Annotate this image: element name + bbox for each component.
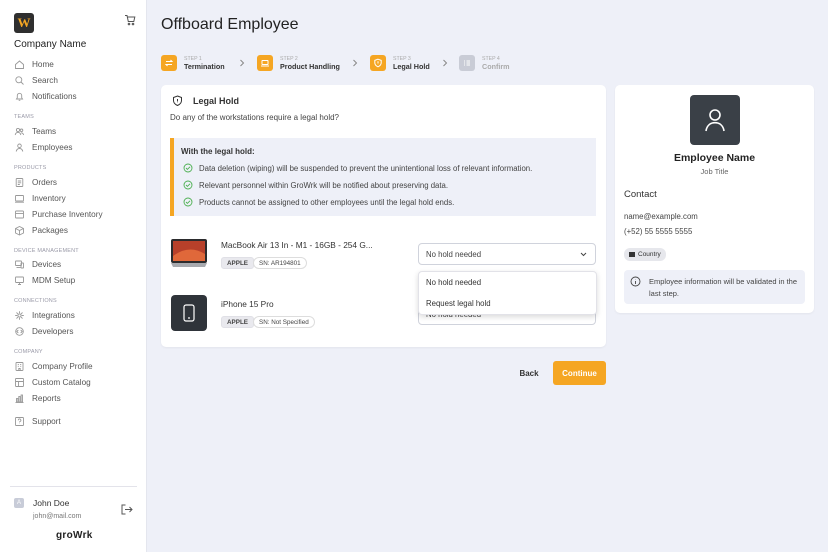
product-name: MacBook Air 13 In - M1 - 16GB - 254 G... [221, 240, 373, 250]
sidebar-divider [10, 486, 137, 487]
sidebar-item-reports[interactable]: Reports [14, 391, 61, 405]
search-icon [15, 75, 24, 85]
hold-select[interactable]: No hold needed [418, 243, 596, 265]
serial-tag: SN: AR194801 [253, 257, 307, 269]
orders-icon [15, 177, 24, 187]
employee-name: Employee Name [673, 152, 756, 164]
step-product-handling[interactable]: STEP 2 Product Handling [257, 55, 340, 71]
sidebar-item-packages[interactable]: Packages [14, 223, 68, 237]
info-title: With the legal hold: [181, 147, 255, 156]
sidebar-item-search[interactable]: Search [14, 73, 58, 87]
back-button[interactable]: Back [515, 361, 543, 385]
devices-icon [15, 260, 24, 268]
sidebar-item-purchase-inventory[interactable]: Purchase Inventory [14, 207, 103, 221]
sidebar-item-integrations[interactable]: Integrations [14, 308, 75, 322]
sidebar-item-devices[interactable]: Devices [14, 257, 61, 271]
avatar[interactable]: A [14, 498, 24, 508]
validation-note-text: Employee information will be validated i… [649, 277, 797, 298]
sidebar-item-support[interactable]: Support [14, 414, 61, 428]
sidebar-item-home[interactable]: Home [14, 57, 54, 71]
employee-email: name@example.com [624, 212, 698, 221]
employee-phone: (+52) 55 5555 5555 [624, 227, 693, 236]
brand-logo: groWrk [56, 530, 93, 541]
user-email: john@mail.com [33, 513, 82, 520]
purchase-icon [15, 210, 24, 218]
section-device-management: DEVICE MANAGEMENT [14, 248, 79, 254]
page-title: Offboard Employee [161, 16, 299, 33]
contact-heading: Contact [624, 189, 657, 200]
chevron-right-icon [353, 59, 358, 67]
checklist-icon [459, 55, 475, 71]
section-connections: CONNECTIONS [14, 298, 57, 304]
package-icon [15, 225, 24, 236]
employee-avatar [690, 95, 740, 145]
laptop-image [171, 239, 207, 267]
sidebar-item-employees[interactable]: Employees [14, 140, 73, 154]
cart-icon[interactable] [124, 14, 136, 26]
bell-icon [15, 92, 24, 101]
company-name: Company Name [14, 39, 87, 50]
step-termination[interactable]: STEP 1 Termination [161, 55, 225, 71]
phone-image [171, 295, 207, 331]
laptop-icon [257, 55, 273, 71]
sidebar-item-company-profile[interactable]: Company Profile [14, 359, 93, 373]
info-icon [630, 276, 641, 287]
info-bullet: Products cannot be assigned to other emp… [183, 197, 454, 207]
country-badge: Country [624, 248, 666, 261]
legal-hold-question: Do any of the workstations require a leg… [170, 113, 339, 122]
section-company: COMPANY [14, 349, 43, 355]
chevron-right-icon [240, 59, 245, 67]
swap-icon [161, 55, 177, 71]
brand-tag: APPLE [221, 257, 254, 269]
home-icon [15, 59, 24, 69]
company-icon [15, 361, 24, 371]
sidebar-item-notifications[interactable]: Notifications [14, 89, 77, 103]
brand-tag: APPLE [221, 316, 254, 328]
info-bullet: Data deletion (wiping) will be suspended… [183, 163, 532, 173]
check-circle-icon [183, 197, 193, 207]
catalog-icon [15, 377, 24, 387]
support-icon [15, 416, 24, 426]
sidebar-item-teams[interactable]: Teams [14, 124, 56, 138]
section-products: PRODUCTS [14, 165, 47, 171]
user-icon [705, 109, 725, 132]
check-circle-icon [183, 180, 193, 190]
developers-icon [15, 326, 24, 336]
step-legal-hold[interactable]: STEP 3 Legal Hold [370, 55, 430, 71]
logout-icon[interactable] [120, 503, 133, 516]
company-logo[interactable]: W [14, 13, 34, 33]
chevron-down-icon [580, 252, 587, 257]
product-name: iPhone 15 Pro [221, 299, 274, 309]
sidebar-item-developers[interactable]: Developers [14, 324, 73, 338]
sidebar: W Company Name Home Search Notifications… [0, 0, 147, 552]
teams-icon [14, 127, 25, 135]
user-icon [15, 143, 24, 152]
flag-icon [629, 252, 635, 257]
hold-dropdown-menu: No hold needed Request legal hold [418, 271, 597, 315]
check-circle-icon [183, 163, 193, 173]
integrations-icon [15, 310, 24, 320]
serial-tag: SN: Not Specified [253, 316, 315, 328]
reports-icon [15, 394, 24, 403]
continue-button[interactable]: Continue [553, 361, 606, 385]
dropdown-option-no-hold[interactable]: No hold needed [426, 278, 481, 287]
shield-icon [370, 55, 386, 71]
user-name: John Doe [33, 498, 70, 508]
shield-icon [173, 95, 182, 107]
info-bullet: Relevant personnel within GroWrk will be… [183, 180, 448, 190]
sidebar-item-mdm-setup[interactable]: MDM Setup [14, 273, 75, 287]
sidebar-item-custom-catalog[interactable]: Custom Catalog [14, 375, 91, 389]
step-confirm[interactable]: STEP 4 Confirm [459, 55, 510, 71]
sidebar-item-orders[interactable]: Orders [14, 175, 57, 189]
legal-hold-title: Legal Hold [193, 96, 240, 106]
dropdown-option-request-hold[interactable]: Request legal hold [426, 299, 491, 308]
mdm-icon [15, 276, 24, 285]
section-teams: TEAMS [14, 114, 34, 120]
employee-job-title: Job Title [700, 167, 729, 176]
sidebar-item-inventory[interactable]: Inventory [14, 191, 66, 205]
inventory-icon [15, 194, 24, 203]
chevron-right-icon [443, 59, 448, 67]
